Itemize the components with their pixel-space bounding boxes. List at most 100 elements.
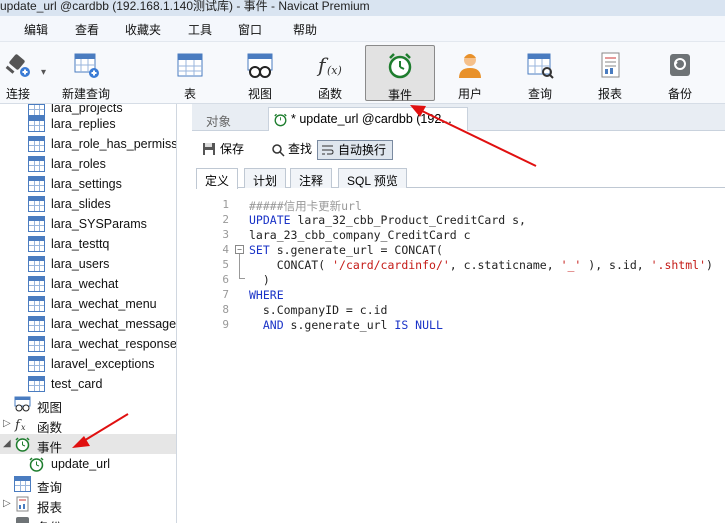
tree-table-item[interactable]: lara_wechat [0, 274, 176, 294]
save-button[interactable]: 保存 [200, 140, 248, 160]
alarm-clock-icon [388, 53, 412, 79]
tab-schedule[interactable]: 计划 [244, 168, 287, 188]
backup-label: 备份 [667, 87, 692, 101]
user-icon [459, 54, 481, 78]
wrap-icon [322, 145, 334, 155]
report-icon [16, 496, 29, 512]
menu-tools[interactable]: 工具 [188, 21, 212, 38]
table-icon [28, 256, 45, 272]
function-button[interactable]: f (x) 函数 [305, 45, 355, 101]
query-label: 查询 [527, 87, 552, 101]
connect-dropdown-icon[interactable]: ▾ [41, 67, 46, 78]
tree-table-item[interactable]: lara_SYSParams [0, 214, 176, 234]
tree-table-item[interactable]: test_card [0, 374, 176, 394]
tree-backups[interactable]: 备份 [0, 514, 176, 523]
table-icon [28, 236, 45, 252]
view-icon [247, 53, 273, 78]
alarm-clock-icon [29, 457, 44, 472]
tree-table-item[interactable]: lara_settings [0, 174, 176, 194]
tab-objects[interactable]: 对象 [206, 111, 231, 130]
report-label: 报表 [597, 87, 622, 101]
table-icon [177, 53, 203, 77]
main-toolbar: 连接 ▾ 新建查询 表 视图 f (x) 函数 事件 用户 查询 报表 备份 [0, 42, 725, 104]
new-query-icon [74, 53, 99, 78]
save-label: 保存 [220, 142, 245, 156]
table-button[interactable]: 表 [165, 45, 215, 101]
table-icon [28, 296, 45, 312]
alarm-clock-icon [15, 437, 30, 452]
collapse-arrow-icon[interactable]: ◢ [3, 438, 11, 449]
tree-table-item[interactable]: lara_replies [0, 114, 176, 134]
function-icon: f (x) [316, 53, 342, 77]
view-button[interactable]: 视图 [235, 45, 285, 101]
tree-reports[interactable]: ▷ 报表 [0, 494, 176, 515]
table-label: 表 [183, 87, 196, 101]
table-icon [28, 196, 45, 212]
sql-editor[interactable]: 1 2 3 4 5 6 7 8 9 − #####信用卡更新url UPDATE… [196, 190, 725, 523]
tree-table-item[interactable]: lara_users [0, 254, 176, 274]
backup-button[interactable]: 备份 [655, 45, 705, 101]
window-title: update_url @cardbb (192.168.1.140测试库) - … [0, 0, 370, 13]
tree-table-item[interactable]: lara_wechat_message [0, 314, 176, 334]
title-bar: update_url @cardbb (192.168.1.140测试库) - … [0, 0, 725, 16]
new-query-button[interactable]: 新建查询 [58, 45, 114, 101]
table-icon [28, 316, 45, 332]
find-button[interactable]: 查找 [268, 140, 312, 160]
view-label: 视图 [247, 87, 272, 101]
event-button[interactable]: 事件 [365, 45, 435, 102]
user-button[interactable]: 用户 [445, 45, 495, 101]
word-wrap-toggle[interactable]: 自动换行 [317, 140, 393, 160]
editor-subtabs: 定义 计划 注释 SQL 预览 [196, 166, 725, 189]
event-label: 事件 [387, 88, 412, 102]
connect-label: 连接 [5, 87, 30, 101]
menu-help[interactable]: 帮助 [293, 21, 317, 38]
floppy-icon [203, 143, 215, 155]
tab-event-editor[interactable]: * update_url @cardbb (192... [268, 107, 468, 131]
table-icon [28, 356, 45, 372]
backup-icon [16, 517, 29, 523]
expand-arrow-icon[interactable]: ▷ [3, 498, 11, 509]
tree-table-item[interactable]: lara_testtq [0, 234, 176, 254]
tree-functions[interactable]: ▷ fx 函数 [0, 414, 176, 435]
wrap-label: 自动换行 [338, 143, 387, 157]
svg-text:(x): (x) [327, 64, 342, 77]
menu-window[interactable]: 窗口 [238, 21, 262, 38]
connect-button[interactable]: 连接 [0, 45, 42, 101]
tree-event-item[interactable]: update_url [0, 454, 176, 474]
tab-editor-label: * update_url @cardbb (192... [291, 112, 452, 126]
search-icon [272, 144, 285, 157]
tab-definition[interactable]: 定义 [196, 168, 239, 189]
table-icon [28, 336, 45, 352]
function-icon: fx [14, 418, 26, 432]
tree-table-item[interactable]: laravel_exceptions [0, 354, 176, 374]
fold-line [239, 254, 240, 278]
tree-table-item[interactable]: lara_wechat_menu [0, 294, 176, 314]
query-button[interactable]: 查询 [515, 45, 565, 101]
new-query-label: 新建查询 [61, 87, 110, 101]
menu-view[interactable]: 查看 [75, 21, 99, 38]
query-icon [14, 476, 31, 492]
menu-favorites[interactable]: 收藏夹 [125, 21, 161, 38]
plug-icon [5, 54, 30, 77]
tab-comment[interactable]: 注释 [290, 168, 333, 188]
table-icon [28, 156, 45, 172]
tree-table-item[interactable]: lara_role_has_permiss [0, 134, 176, 154]
tree-views[interactable]: 视图 [0, 394, 176, 415]
editor-toolbar: 保存 查找 自动换行 [192, 138, 725, 162]
table-icon [28, 376, 45, 392]
tree-table-item[interactable]: lara_wechat_response [0, 334, 176, 354]
tab-sql-preview[interactable]: SQL 预览 [338, 168, 407, 188]
expand-arrow-icon[interactable]: ▷ [3, 418, 11, 429]
fold-end [239, 278, 245, 279]
tree-events[interactable]: ◢ 事件 [0, 434, 176, 455]
document-tabs: 对象 * update_url @cardbb (192... [192, 104, 725, 131]
tree-queries[interactable]: 查询 [0, 474, 176, 495]
view-icon [14, 396, 31, 412]
tree-table-item[interactable]: lara_slides [0, 194, 176, 214]
tree-table-item[interactable]: lara_roles [0, 154, 176, 174]
table-icon [28, 216, 45, 232]
menu-edit[interactable]: 编辑 [24, 21, 48, 38]
report-button[interactable]: 报表 [585, 45, 635, 101]
query-icon [527, 53, 554, 79]
fold-toggle-icon[interactable]: − [235, 245, 244, 254]
